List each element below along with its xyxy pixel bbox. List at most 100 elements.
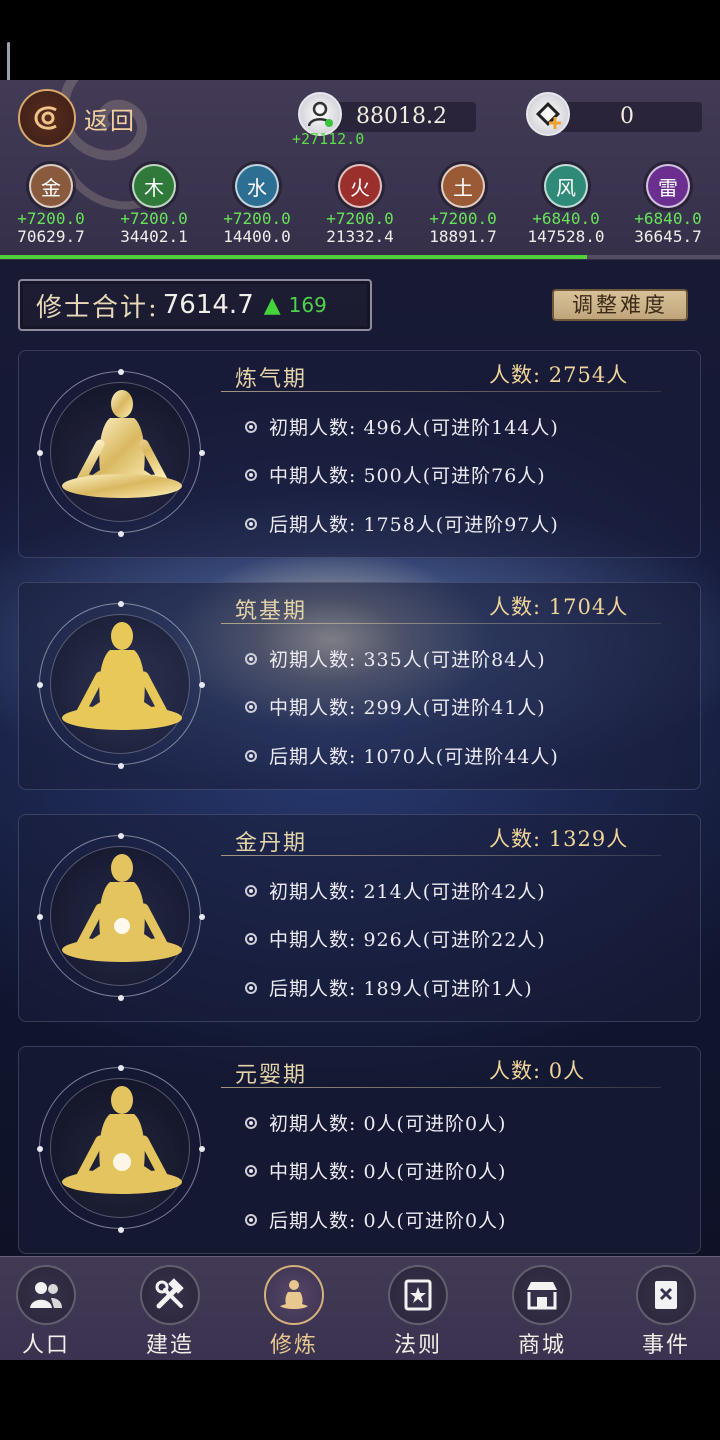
nav-shop[interactable]: 商城 bbox=[492, 1265, 592, 1359]
row-text: 中期人数: 299人(可进阶41人) bbox=[269, 697, 546, 719]
bullet-icon bbox=[245, 652, 257, 665]
back-icon bbox=[18, 89, 76, 147]
element-total: 18891.7 bbox=[429, 227, 497, 246]
element-wind[interactable]: 风 +6840.0 147528.0 bbox=[516, 164, 616, 246]
row-text: 中期人数: 500人(可进阶76人) bbox=[269, 465, 546, 487]
divider bbox=[221, 855, 661, 856]
element-total: 36645.7 bbox=[634, 227, 702, 246]
stage-name: 元婴期 bbox=[235, 1063, 308, 1088]
element-delta: +6840.0 bbox=[634, 209, 702, 228]
stage-count: 人数: 0人 bbox=[489, 1059, 586, 1083]
divider bbox=[221, 391, 661, 392]
element-total: 34402.1 bbox=[120, 227, 188, 246]
row-text: 后期人数: 1070人(可进阶44人) bbox=[269, 746, 559, 768]
element-delta: +7200.0 bbox=[326, 209, 394, 228]
element-total: 14400.0 bbox=[223, 227, 291, 246]
bullet-icon bbox=[245, 517, 257, 530]
element-water[interactable]: 水 +7200.0 14400.0 bbox=[207, 164, 307, 246]
system-nav-area bbox=[0, 1360, 720, 1440]
adjust-difficulty-button[interactable]: 调整难度 bbox=[552, 289, 688, 321]
stage-card[interactable]: 炼气期 人数: 2754人 初期人数: 496人(可进阶144人) 中期人数: … bbox=[18, 350, 701, 558]
nav-build[interactable]: 建造 bbox=[120, 1265, 220, 1359]
water-icon: 水 bbox=[235, 164, 279, 208]
stage-count: 人数: 1704人 bbox=[489, 595, 629, 619]
progress-fill bbox=[0, 255, 587, 259]
element-delta: +7200.0 bbox=[223, 209, 291, 228]
stage-row-late: 后期人数: 0人(可进阶0人) bbox=[245, 1206, 506, 1233]
bullet-icon bbox=[245, 749, 257, 762]
element-delta: +7200.0 bbox=[17, 209, 85, 228]
stage-row-late: 后期人数: 1070人(可进阶44人) bbox=[245, 742, 559, 769]
nav-cultivate[interactable]: 修炼 bbox=[244, 1265, 344, 1359]
up-arrow-icon: ▲ bbox=[263, 292, 281, 318]
nav-event[interactable]: 事件 bbox=[616, 1265, 716, 1359]
element-fire[interactable]: 火 +7200.0 21332.4 bbox=[310, 164, 410, 246]
thunder-icon: 雷 bbox=[646, 164, 690, 208]
row-text: 初期人数: 0人(可进阶0人) bbox=[269, 1113, 507, 1135]
bullet-icon bbox=[245, 1213, 257, 1226]
element-wood[interactable]: 木 +7200.0 34402.1 bbox=[104, 164, 204, 246]
stage-row-mid: 中期人数: 0人(可进阶0人) bbox=[245, 1157, 506, 1184]
stage-row-late: 后期人数: 1758人(可进阶97人) bbox=[245, 510, 559, 537]
nav-population[interactable]: 人口 bbox=[0, 1265, 96, 1359]
event-book-icon bbox=[636, 1265, 696, 1325]
row-text: 后期人数: 189人(可进阶1人) bbox=[269, 978, 533, 1000]
fire-icon: 火 bbox=[338, 164, 382, 208]
cultivator-total-panel: 修士合计: 7614.7 ▲ 169 bbox=[18, 279, 372, 331]
nav-label: 商城 bbox=[517, 1333, 566, 1358]
nav-label: 修炼 bbox=[269, 1333, 318, 1358]
stage-name: 炼气期 bbox=[235, 367, 308, 392]
spirit-stone-icon[interactable] bbox=[526, 92, 570, 136]
element-total: 21332.4 bbox=[326, 227, 394, 246]
element-resources: 金 +7200.0 70629.7 木 +7200.0 34402.1 水 +7… bbox=[0, 164, 720, 254]
progress-bar bbox=[0, 255, 720, 259]
wind-icon: 风 bbox=[544, 164, 588, 208]
stage-count: 人数: 2754人 bbox=[489, 363, 629, 387]
spirit-stone-value: 0 bbox=[620, 104, 634, 129]
nav-law[interactable]: 法则 bbox=[368, 1265, 468, 1359]
total-increase: 169 bbox=[288, 293, 327, 317]
stage-card[interactable]: 元婴期 人数: 0人 初期人数: 0人(可进阶0人) 中期人数: 0人(可进阶0… bbox=[18, 1046, 701, 1254]
divider bbox=[221, 1087, 661, 1088]
nav-label: 事件 bbox=[641, 1333, 690, 1358]
stage-card[interactable]: 筑基期 人数: 1704人 初期人数: 335人(可进阶84人) 中期人数: 2… bbox=[18, 582, 701, 790]
row-text: 中期人数: 926人(可进阶22人) bbox=[269, 929, 546, 951]
divider bbox=[221, 623, 661, 624]
metal-icon: 金 bbox=[29, 164, 73, 208]
element-thunder[interactable]: 雷 +6840.0 36645.7 bbox=[618, 164, 718, 246]
bullet-icon bbox=[245, 884, 257, 897]
nav-label: 人口 bbox=[21, 1333, 70, 1358]
back-button[interactable]: 返回 bbox=[18, 89, 136, 147]
element-earth[interactable]: 土 +7200.0 18891.7 bbox=[413, 164, 513, 246]
total-value: 7614.7 bbox=[162, 290, 254, 320]
meditation-medal-icon bbox=[37, 833, 205, 1001]
bullet-icon bbox=[245, 1116, 257, 1129]
element-delta: +7200.0 bbox=[120, 209, 188, 228]
stage-name: 筑基期 bbox=[235, 599, 308, 624]
bullet-icon bbox=[245, 420, 257, 433]
stage-row-mid: 中期人数: 500人(可进阶76人) bbox=[245, 461, 546, 488]
shop-icon bbox=[512, 1265, 572, 1325]
top-resource-bar: 返回 88018.2 +27112.0 0 金 +7200.0 70629.7 bbox=[0, 80, 720, 260]
stage-count: 人数: 1329人 bbox=[489, 827, 629, 851]
total-label: 修士合计: bbox=[36, 292, 159, 323]
population-value: 88018.2 bbox=[356, 104, 447, 129]
bottom-navigation: 人口 建造 修炼 法则 商城 事件 bbox=[0, 1256, 720, 1360]
nav-label: 法则 bbox=[393, 1333, 442, 1358]
stage-row-early: 初期人数: 214人(可进阶42人) bbox=[245, 877, 546, 904]
stage-row-early: 初期人数: 0人(可进阶0人) bbox=[245, 1109, 506, 1136]
law-scroll-icon bbox=[388, 1265, 448, 1325]
stage-card[interactable]: 金丹期 人数: 1329人 初期人数: 214人(可进阶42人) 中期人数: 9… bbox=[18, 814, 701, 1022]
stage-row-early: 初期人数: 335人(可进阶84人) bbox=[245, 645, 546, 672]
row-text: 后期人数: 0人(可进阶0人) bbox=[269, 1210, 507, 1232]
bullet-icon bbox=[245, 700, 257, 713]
game-screen: 返回 88018.2 +27112.0 0 金 +7200.0 70629.7 bbox=[0, 80, 720, 1360]
bullet-icon bbox=[245, 1164, 257, 1177]
hammer-wrench-icon bbox=[140, 1265, 200, 1325]
population-delta: +27112.0 bbox=[292, 130, 365, 148]
row-text: 初期人数: 496人(可进阶144人) bbox=[269, 417, 559, 439]
element-metal[interactable]: 金 +7200.0 70629.7 bbox=[1, 164, 101, 246]
people-icon bbox=[16, 1265, 76, 1325]
stage-row-early: 初期人数: 496人(可进阶144人) bbox=[245, 413, 559, 440]
stage-row-mid: 中期人数: 926人(可进阶22人) bbox=[245, 925, 546, 952]
